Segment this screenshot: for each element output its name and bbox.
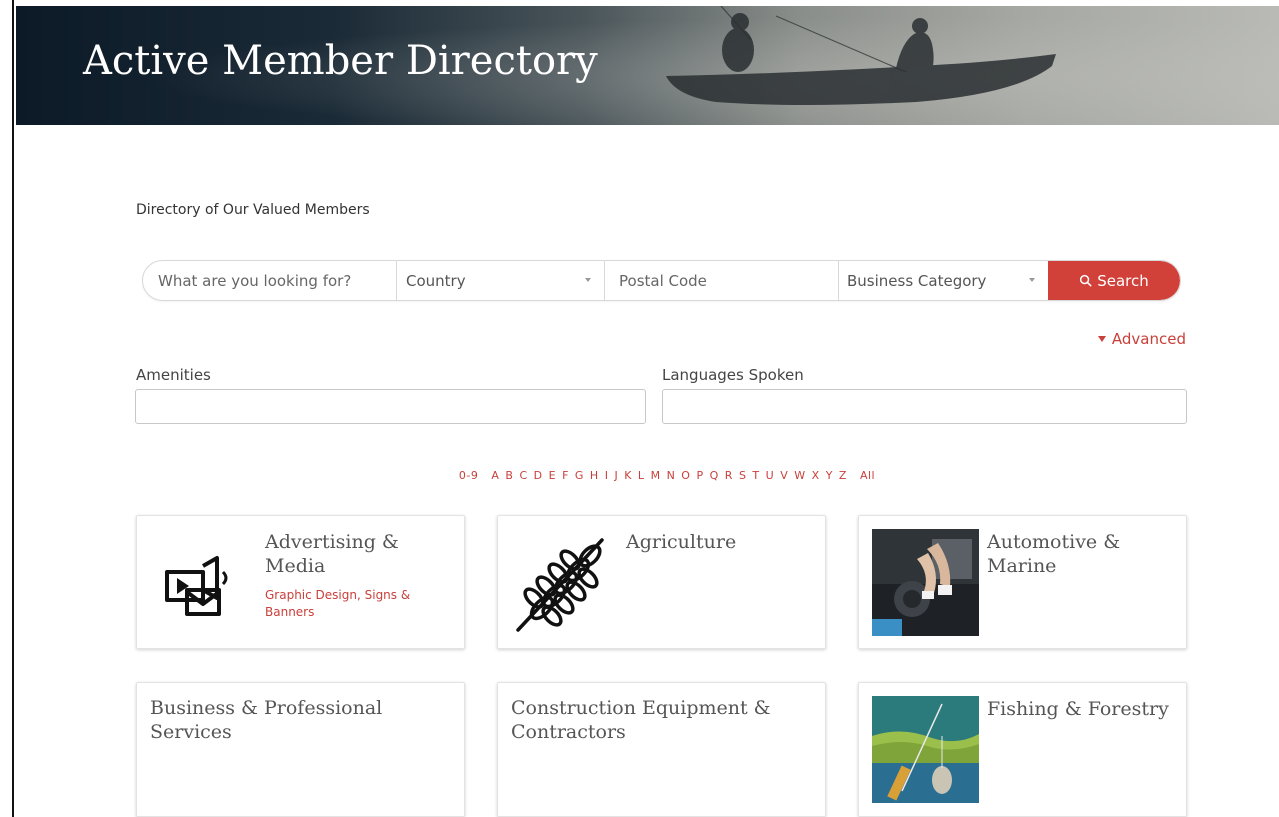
alpha-link[interactable]: B xyxy=(505,469,513,482)
alpha-link-all[interactable]: All xyxy=(860,469,875,482)
category-title: Fishing & Forestry xyxy=(987,698,1169,720)
advanced-toggle[interactable]: Advanced xyxy=(1097,330,1186,348)
alpha-link[interactable]: N xyxy=(667,469,676,482)
search-button[interactable]: Search xyxy=(1048,261,1180,300)
alpha-link[interactable]: J xyxy=(614,469,618,482)
alpha-link[interactable]: F xyxy=(562,469,569,482)
category-subcategory-link[interactable]: Graphic Design, Signs & Banners xyxy=(265,587,455,621)
alpha-link[interactable]: M xyxy=(651,469,661,482)
alphabet-filter: 0-9 A B C D E F G H I J K L M N O P Q R … xyxy=(0,469,1279,482)
category-card-construction[interactable]: Construction Equipment & Contractors xyxy=(497,682,826,817)
languages-label: Languages Spoken xyxy=(662,366,804,384)
category-title: Construction Equipment & Contractors xyxy=(511,697,771,743)
category-title: Automotive & Marine xyxy=(987,531,1121,577)
business-category-value: Business Category xyxy=(847,271,987,290)
search-icon xyxy=(1080,274,1092,287)
alpha-link[interactable]: Y xyxy=(826,469,833,482)
alpha-link[interactable]: X xyxy=(812,469,820,482)
category-title: Business & Professional Services xyxy=(150,697,383,743)
left-edge-rule xyxy=(0,0,14,817)
alpha-link[interactable]: Z xyxy=(839,469,847,482)
chevron-down-icon xyxy=(585,278,591,282)
automotive-photo xyxy=(872,529,979,636)
wheat-icon xyxy=(516,538,604,632)
triangle-down-icon xyxy=(1097,336,1106,342)
country-select-value: Country xyxy=(406,271,466,290)
category-card-automotive[interactable]: Automotive & Marine xyxy=(858,515,1187,649)
alpha-link[interactable]: G xyxy=(575,469,584,482)
postal-code-input[interactable]: Postal Code xyxy=(605,261,839,300)
alpha-link[interactable]: K xyxy=(624,469,632,482)
fishing-photo xyxy=(872,696,979,803)
alpha-link[interactable]: C xyxy=(519,469,527,482)
page-title: Active Member Directory xyxy=(83,38,598,84)
business-category-select[interactable]: Business Category xyxy=(839,261,1048,300)
alpha-link[interactable]: S xyxy=(739,469,746,482)
alpha-link[interactable]: I xyxy=(605,469,609,482)
hero-banner: Active Member Directory xyxy=(16,6,1279,125)
alpha-link[interactable]: R xyxy=(725,469,733,482)
category-card-fishing-forestry[interactable]: Fishing & Forestry xyxy=(858,682,1187,817)
alpha-link[interactable]: Q xyxy=(710,469,719,482)
alpha-link[interactable]: V xyxy=(780,469,788,482)
alpha-link[interactable]: U xyxy=(766,469,775,482)
alpha-link[interactable]: H xyxy=(590,469,599,482)
alpha-link[interactable]: A xyxy=(491,469,499,482)
amenities-input[interactable] xyxy=(135,389,646,424)
alpha-link[interactable]: D xyxy=(534,469,543,482)
alpha-link[interactable]: T xyxy=(752,469,759,482)
amenities-label: Amenities xyxy=(136,366,211,384)
chevron-down-icon xyxy=(1029,278,1035,282)
advanced-label: Advanced xyxy=(1111,330,1186,348)
keyword-input[interactable]: What are you looking for? xyxy=(143,261,397,300)
category-card-business-services[interactable]: Business & Professional Services xyxy=(136,682,465,817)
alpha-link[interactable]: W xyxy=(794,469,805,482)
media-icon xyxy=(165,556,228,616)
category-card-agriculture[interactable]: Agriculture xyxy=(497,515,826,649)
alpha-link[interactable]: L xyxy=(638,469,645,482)
directory-intro: Directory of Our Valued Members xyxy=(136,202,370,218)
category-title: Agriculture xyxy=(626,531,737,553)
category-card-advertising[interactable]: Advertising & Media Graphic Design, Sign… xyxy=(136,515,465,649)
search-bar: What are you looking for? Country Postal… xyxy=(142,260,1181,301)
alpha-link[interactable]: E xyxy=(549,469,556,482)
alpha-link[interactable]: O xyxy=(681,469,690,482)
category-title: Advertising & Media xyxy=(265,531,399,577)
country-select[interactable]: Country xyxy=(397,261,605,300)
alpha-link[interactable]: P xyxy=(696,469,703,482)
languages-input[interactable] xyxy=(662,389,1187,424)
alpha-link-0-9[interactable]: 0-9 xyxy=(459,469,478,482)
search-button-label: Search xyxy=(1097,271,1149,290)
